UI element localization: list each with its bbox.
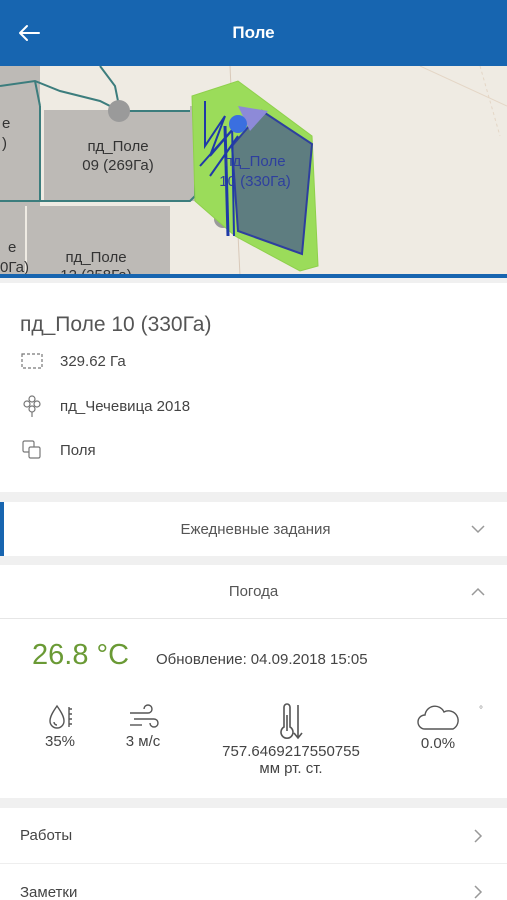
daily-tasks-label: Ежедневные задания [180,520,331,538]
map-label: пд_Поле [87,138,148,155]
precipitation-cell: 0.0% [410,703,466,752]
field-group: Поля [60,441,96,459]
works-label: Работы [20,827,73,844]
map-label: пд_Поле [224,153,285,170]
layers-icon [20,438,44,462]
map-label: 09 (269Га) [82,157,154,174]
pressure-cell: 757.6469217550755 мм рт. ст. [196,703,386,777]
field-area-row: 329.62 Га [20,349,126,373]
page-title: Поле [232,23,275,42]
degree-mark: ° [479,705,483,716]
precipitation-value: 0.0% [420,735,456,752]
humidity-icon [49,704,72,729]
field-title: пд_Поле 10 (330Га) [20,313,212,336]
map-label: е [2,115,10,132]
weather-label: Погода [228,583,279,600]
field-info-card: пд_Поле 10 (330Га) 329.62 Га пд_Чечевица… [0,283,507,492]
daily-tasks-section[interactable]: Ежедневные задания [0,502,507,556]
map-label: 10 (330Га) [219,173,291,190]
notes-item[interactable]: Заметки [0,864,507,900]
field-map[interactable]: пд_Поле 09 (269Га) пд_Поле 10 (330Га) пд… [0,66,507,276]
wind-icon [130,704,159,728]
humidity-value: 35% [44,733,76,750]
pressure-value: 757.6469217550755 [222,743,360,760]
map-divider [0,274,507,278]
updated-label: Обновление: [156,651,247,668]
weather-updated: Обновление: 04.09.2018 15:05 [156,651,368,668]
pressure-unit: мм рт. ст. [259,760,323,777]
field-crop-row: пд_Чечевица 2018 [20,394,190,418]
area-icon [20,349,44,373]
map-label: пд_Поле [65,249,126,266]
notes-label: Заметки [20,883,78,900]
wind-value: 3 м/с [125,733,161,750]
chevron-down-icon [471,525,485,534]
chevron-right-icon [474,885,483,899]
plant-icon [20,394,44,418]
chevron-right-icon [474,828,483,843]
updated-value: 04.09.2018 15:05 [250,651,368,668]
field-area: 329.62 Га [60,352,126,370]
wind-cell: 3 м/с [118,703,168,750]
field-crop: пд_Чечевица 2018 [60,397,191,415]
cloud-icon [417,705,459,730]
weather-header[interactable]: Погода [0,565,507,619]
back-button[interactable] [10,14,48,52]
thermometer-icon [280,703,303,740]
weather-section: Погода 26.8 °C Обновление: 04.09.2018 15:… [0,565,507,798]
map-label: ) [2,135,7,152]
arrow-left-icon [19,25,40,41]
field-group-row: Поля [20,438,96,462]
temperature: 26.8 °C [32,639,130,671]
works-item[interactable]: Работы [0,808,507,864]
app-bar: Поле [0,0,507,66]
map-label: е [8,239,16,256]
chevron-up-icon [471,587,485,596]
humidity-cell: 35% [38,703,82,750]
